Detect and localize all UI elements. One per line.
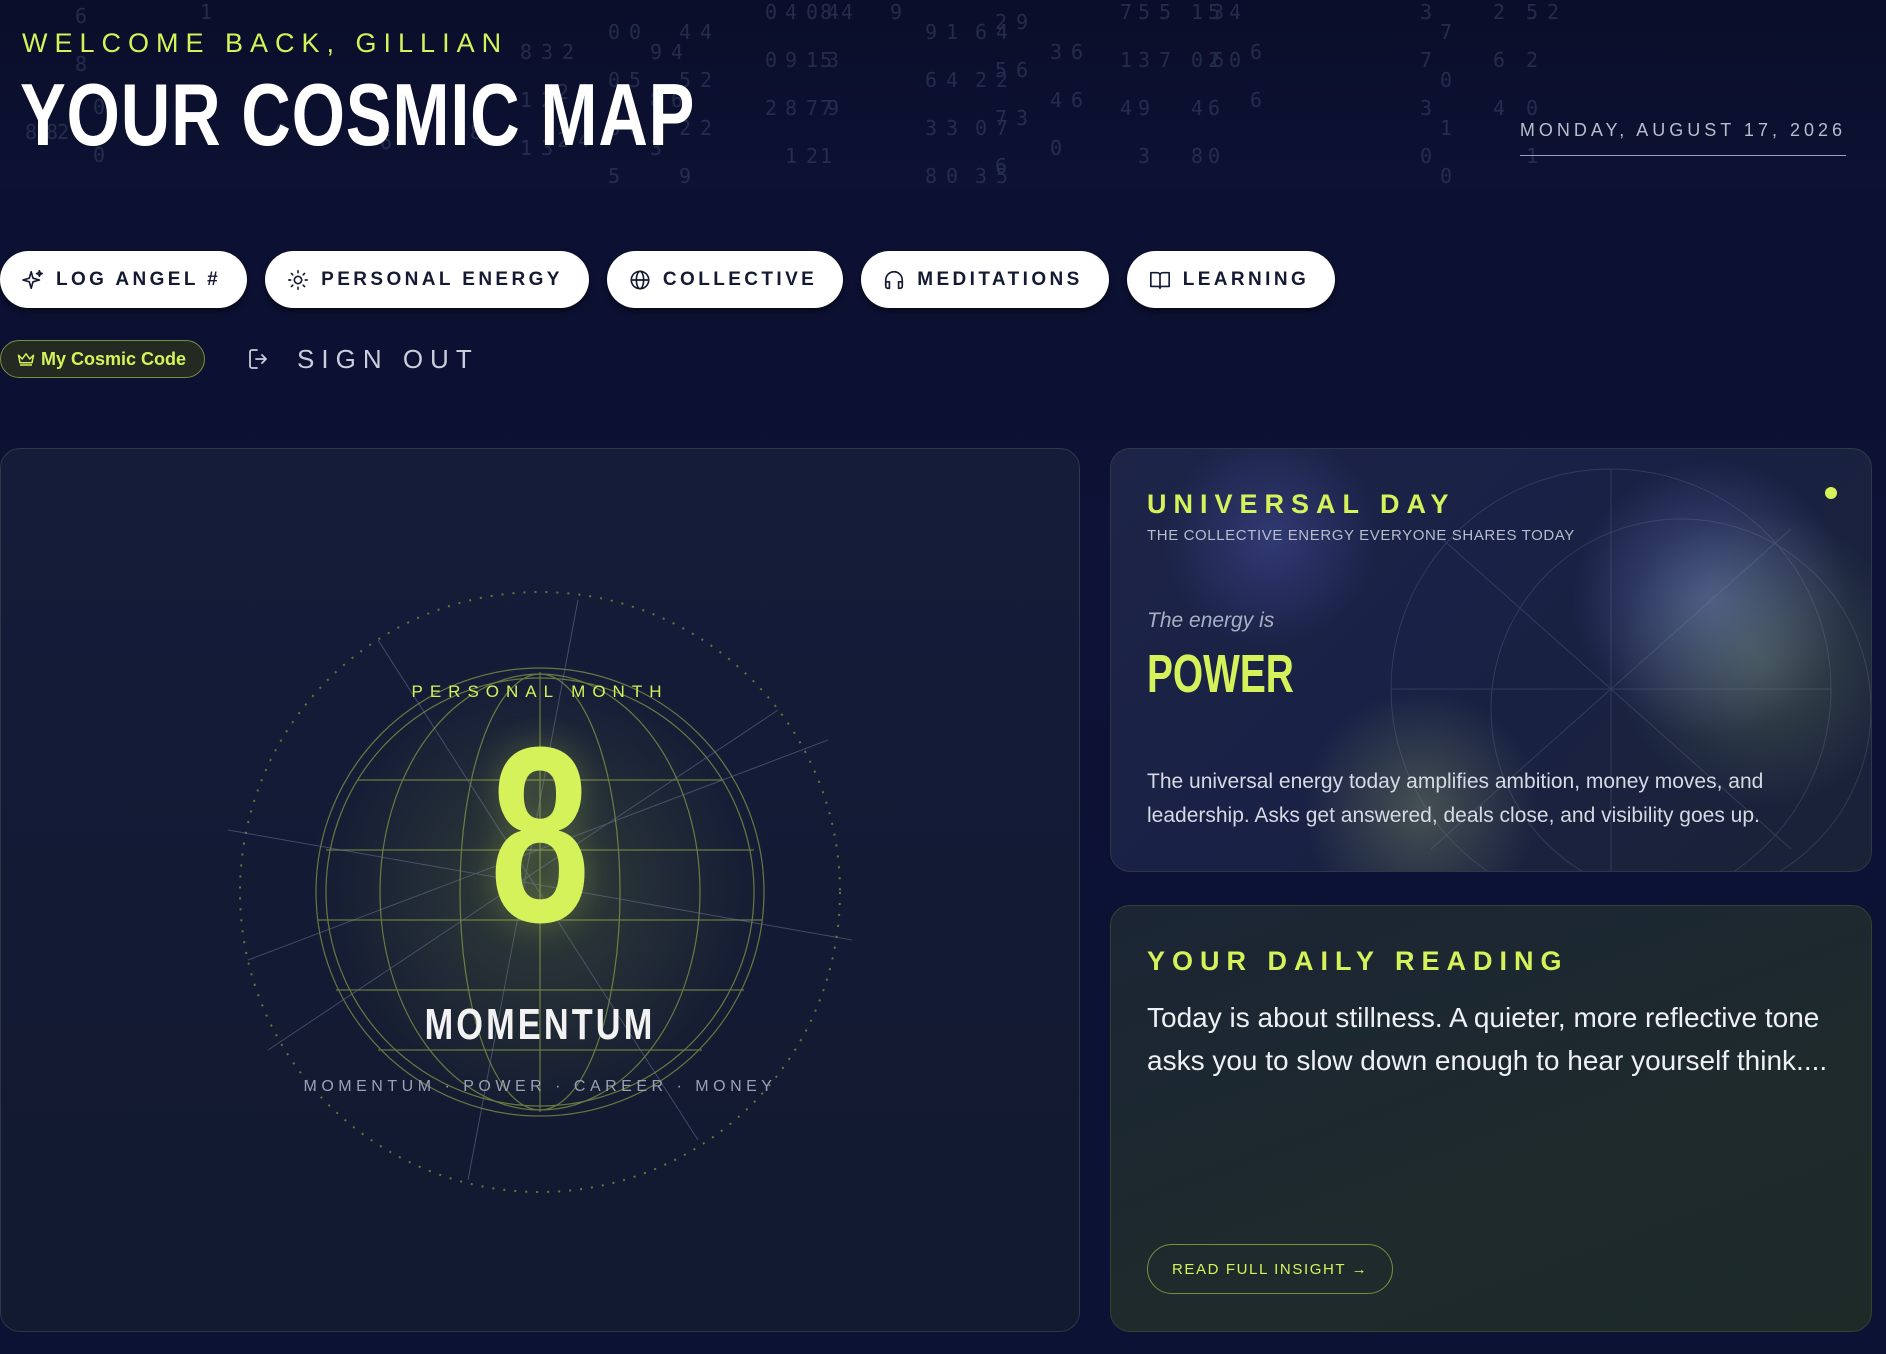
sign-out-button[interactable]: SIGN OUT [247,344,479,375]
nav-personal-energy-label: PERSONAL ENERGY [321,268,563,290]
current-date: MONDAY, AUGUST 17, 2026 [1519,120,1846,156]
universal-day-description: The universal energy today amplifies amb… [1147,770,1764,827]
nav-personal-energy-button[interactable]: PERSONAL ENERGY [265,251,589,308]
status-dot [1825,487,1837,499]
page-title: YOUR COSMIC MAP [20,65,696,164]
personal-month-keywords: MOMENTUM · POWER · CAREER · MONEY [303,1078,777,1095]
energy-intro: The energy is [1147,609,1275,632]
my-cosmic-code-badge[interactable]: My Cosmic Code [0,340,206,378]
headphones-icon [885,270,904,289]
nav-log-angel-label: LOG ANGEL # [56,268,222,290]
header: 8 8 6 8 2 0 0 1 6 6 8 8 1 1 3 2 3 2 2 2 … [0,0,1886,190]
sign-out-label: SIGN OUT [297,343,479,374]
nav-log-angel-button[interactable]: LOG ANGEL # [0,251,248,308]
nav-learning-label: LEARNING [1182,268,1310,290]
nav-learning-button[interactable]: LEARNING [1126,251,1336,308]
nav-meditations-button[interactable]: MEDITATIONS [861,251,1109,308]
daily-reading-card: YOUR DAILY READING Today is about stilln… [1110,905,1872,1332]
universal-day-title: UNIVERSAL DAY [1147,489,1456,519]
personal-month-number: 8 [489,695,591,974]
read-full-insight-button[interactable]: READ FULL INSIGHT → [1147,1244,1394,1294]
sign-out-icon [249,349,267,369]
personal-month-theme: MOMENTUM [424,1000,656,1049]
sparkle-icon [22,269,43,289]
sun-icon [288,269,309,290]
nav-collective-label: COLLECTIVE [662,268,818,290]
globe-icon [630,269,650,290]
universal-day-subtitle: THE COLLECTIVE ENERGY EVERYONE SHARES TO… [1147,527,1575,544]
welcome-message: WELCOME BACK, GILLIAN [22,28,509,58]
daily-reading-title: YOUR DAILY READING [1147,946,1569,976]
nav-meditations-label: MEDITATIONS [917,268,1083,290]
my-cosmic-code-label: My Cosmic Code [41,348,187,369]
universal-day-energy: POWER [1147,644,1294,704]
crown-icon [17,353,35,366]
daily-reading-text: Today is about stillness. A quieter, mor… [1147,1002,1828,1076]
account-row: My Cosmic Code SIGN OUT [0,340,479,378]
book-icon [1149,271,1170,289]
nav-collective-button[interactable]: COLLECTIVE [606,251,844,308]
universal-day-card: UNIVERSAL DAY THE COLLECTIVE ENERGY EVER… [1110,448,1872,872]
main-nav: LOG ANGEL # PERSONAL ENERGY COLLECTIVE M… [0,251,1336,308]
